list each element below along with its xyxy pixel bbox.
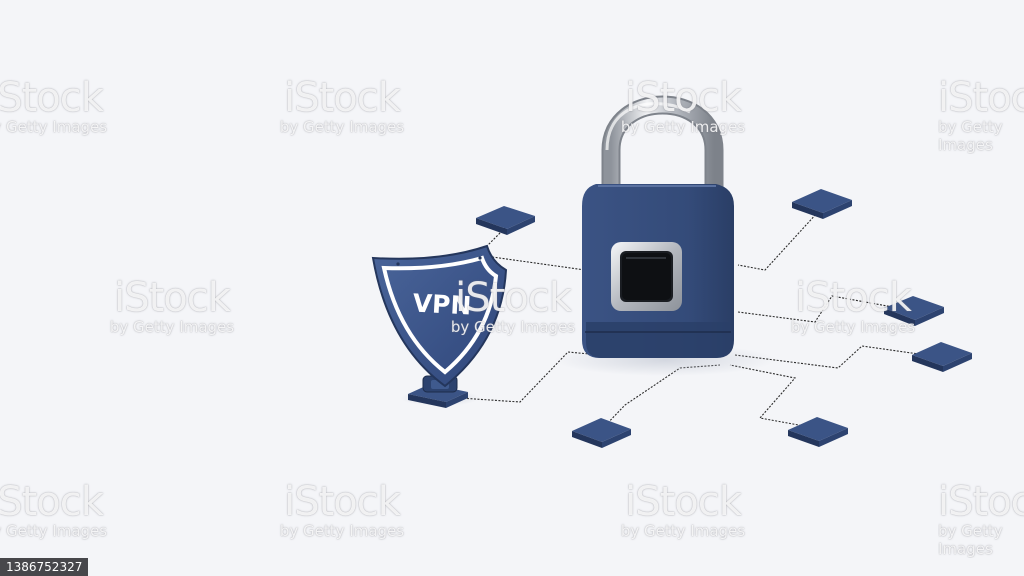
chip-top-left: [476, 206, 535, 235]
chip-right-lower: [912, 342, 972, 372]
fingerprint-sensor: [611, 242, 682, 311]
vpn-security-scene: VPN: [371, 95, 972, 448]
chip-top-right: [792, 189, 852, 219]
trace-bottom-right: [729, 364, 816, 429]
image-id-label: 1386752327: [0, 558, 89, 576]
chip-right-upper: [884, 296, 944, 326]
vpn-shield: VPN: [371, 244, 508, 408]
shield-label: VPN: [412, 288, 472, 320]
chip-bottom-left: [572, 418, 631, 448]
trace-top-right: [737, 211, 819, 271]
chip-bottom-right: [788, 417, 848, 447]
padlock: [555, 95, 775, 376]
